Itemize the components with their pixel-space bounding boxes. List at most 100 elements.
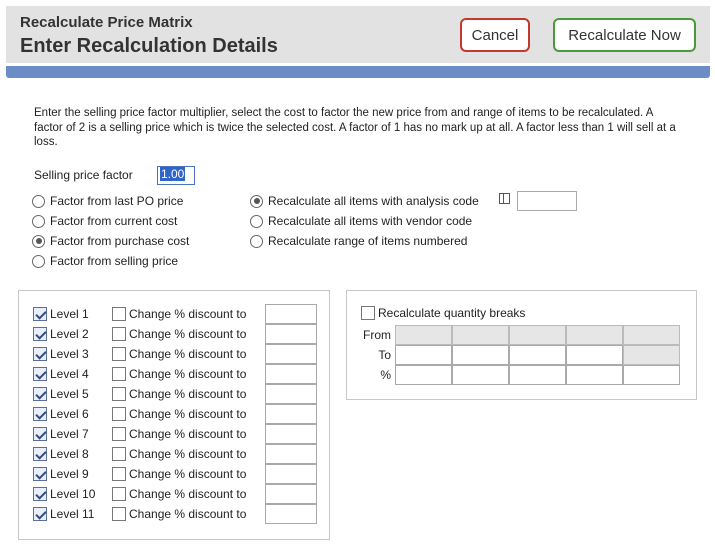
radio-factor-purchase-cost[interactable]: Factor from purchase cost xyxy=(32,234,189,248)
qty-cell xyxy=(623,345,680,365)
radio-factor-current-cost[interactable]: Factor from current cost xyxy=(32,214,177,228)
accent-bar xyxy=(6,66,710,78)
recalculate-now-button[interactable]: Recalculate Now xyxy=(553,18,696,52)
radio-circle[interactable] xyxy=(250,234,263,248)
discount-checkbox[interactable] xyxy=(112,427,126,441)
level-checkbox[interactable] xyxy=(33,367,47,381)
level-checkbox[interactable] xyxy=(33,347,47,361)
dialog-title: Enter Recalculation Details xyxy=(20,35,278,57)
level-row: Level 1 Change % discount to xyxy=(33,304,317,324)
discount-input[interactable] xyxy=(265,504,317,524)
qty-row: % xyxy=(353,365,680,385)
discount-label: Change % discount to xyxy=(129,367,247,381)
discount-input[interactable] xyxy=(265,304,317,324)
radio-circle[interactable] xyxy=(32,214,45,228)
qty-cell[interactable] xyxy=(452,365,509,385)
level-checkbox[interactable] xyxy=(33,507,47,521)
qty-cell[interactable] xyxy=(623,365,680,385)
discount-label: Change % discount to xyxy=(129,387,247,401)
discount-checkbox[interactable] xyxy=(112,467,126,481)
level-row: Level 8 Change % discount to xyxy=(33,444,317,464)
level-label: Level 1 xyxy=(50,307,89,321)
qty-row-label: % xyxy=(380,368,391,382)
level-checkbox[interactable] xyxy=(33,487,47,501)
radio-factor-selling-price[interactable]: Factor from selling price xyxy=(32,254,178,268)
discount-label: Change % discount to xyxy=(129,507,247,521)
level-label: Level 10 xyxy=(50,487,96,501)
discount-checkbox[interactable] xyxy=(112,487,126,501)
qty-cell[interactable] xyxy=(566,365,623,385)
radio-circle[interactable] xyxy=(32,254,45,268)
radio-label: Factor from selling price xyxy=(50,254,179,268)
level-checkbox[interactable] xyxy=(33,387,47,401)
level-checkbox[interactable] xyxy=(33,427,47,441)
radio-circle[interactable] xyxy=(250,194,263,208)
quantity-breaks-label: Recalculate quantity breaks xyxy=(378,306,526,320)
level-checkbox[interactable] xyxy=(33,447,47,461)
radio-label: Factor from current cost xyxy=(50,214,178,228)
radio-circle[interactable] xyxy=(250,214,263,228)
radio-label: Recalculate range of items numbered xyxy=(268,234,468,248)
level-row: Level 7 Change % discount to xyxy=(33,424,317,444)
selling-price-factor-label: Selling price factor xyxy=(34,168,133,182)
discount-checkbox[interactable] xyxy=(112,307,126,321)
discount-label: Change % discount to xyxy=(129,347,247,361)
intro-text: Enter the selling price factor multiplie… xyxy=(34,107,676,148)
selling-price-factor-input[interactable]: 1.00 xyxy=(157,166,195,185)
qty-cell xyxy=(566,325,623,345)
discount-checkbox[interactable] xyxy=(112,347,126,361)
selling-price-factor-value: 1.00 xyxy=(160,167,186,181)
cancel-button[interactable]: Cancel xyxy=(460,18,530,52)
radio-recalc-range[interactable]: Recalculate range of items numbered xyxy=(250,234,467,248)
qty-cell xyxy=(452,325,509,345)
qty-cell[interactable] xyxy=(566,345,623,365)
discount-input[interactable] xyxy=(265,484,317,504)
level-checkbox[interactable] xyxy=(33,407,47,421)
code-lookup-icon[interactable] xyxy=(499,193,510,204)
discount-label: Change % discount to xyxy=(129,327,247,341)
quantity-breaks-toggle[interactable]: Recalculate quantity breaks xyxy=(361,306,525,320)
qty-cell[interactable] xyxy=(509,365,566,385)
quantity-breaks-checkbox[interactable] xyxy=(361,306,375,320)
discount-checkbox[interactable] xyxy=(112,387,126,401)
level-label: Level 7 xyxy=(50,427,89,441)
discount-checkbox[interactable] xyxy=(112,367,126,381)
discount-input[interactable] xyxy=(265,364,317,384)
radio-circle[interactable] xyxy=(32,234,45,248)
discount-input[interactable] xyxy=(265,464,317,484)
discount-checkbox[interactable] xyxy=(112,507,126,521)
qty-cell xyxy=(395,325,452,345)
radio-factor-last-po[interactable]: Factor from last PO price xyxy=(32,194,183,208)
level-checkbox[interactable] xyxy=(33,307,47,321)
radio-label: Factor from purchase cost xyxy=(50,234,190,248)
qty-cell[interactable] xyxy=(395,365,452,385)
radio-label: Recalculate all items with analysis code xyxy=(268,194,479,208)
level-label: Level 8 xyxy=(50,447,89,461)
level-row: Level 6 Change % discount to xyxy=(33,404,317,424)
qty-cell xyxy=(509,325,566,345)
qty-cell xyxy=(623,325,680,345)
level-label: Level 4 xyxy=(50,367,89,381)
discount-checkbox[interactable] xyxy=(112,407,126,421)
radio-recalc-vendor-code[interactable]: Recalculate all items with vendor code xyxy=(250,214,472,228)
discount-input[interactable] xyxy=(265,424,317,444)
discount-input[interactable] xyxy=(265,324,317,344)
level-row: Level 3 Change % discount to xyxy=(33,344,317,364)
discount-label: Change % discount to xyxy=(129,467,247,481)
discount-checkbox[interactable] xyxy=(112,327,126,341)
radio-recalc-analysis-code[interactable]: Recalculate all items with analysis code xyxy=(250,194,479,208)
discount-input[interactable] xyxy=(265,384,317,404)
qty-cell[interactable] xyxy=(509,345,566,365)
level-checkbox[interactable] xyxy=(33,327,47,341)
qty-cell[interactable] xyxy=(395,345,452,365)
qty-cell[interactable] xyxy=(452,345,509,365)
discount-input[interactable] xyxy=(265,344,317,364)
radio-circle[interactable] xyxy=(32,194,45,208)
discount-input[interactable] xyxy=(265,404,317,424)
header-panel: Recalculate Price Matrix Enter Recalcula… xyxy=(6,6,710,63)
level-checkbox[interactable] xyxy=(33,467,47,481)
discount-checkbox[interactable] xyxy=(112,447,126,461)
discount-input[interactable] xyxy=(265,444,317,464)
level-label: Level 2 xyxy=(50,327,89,341)
analysis-code-input[interactable] xyxy=(517,191,577,211)
